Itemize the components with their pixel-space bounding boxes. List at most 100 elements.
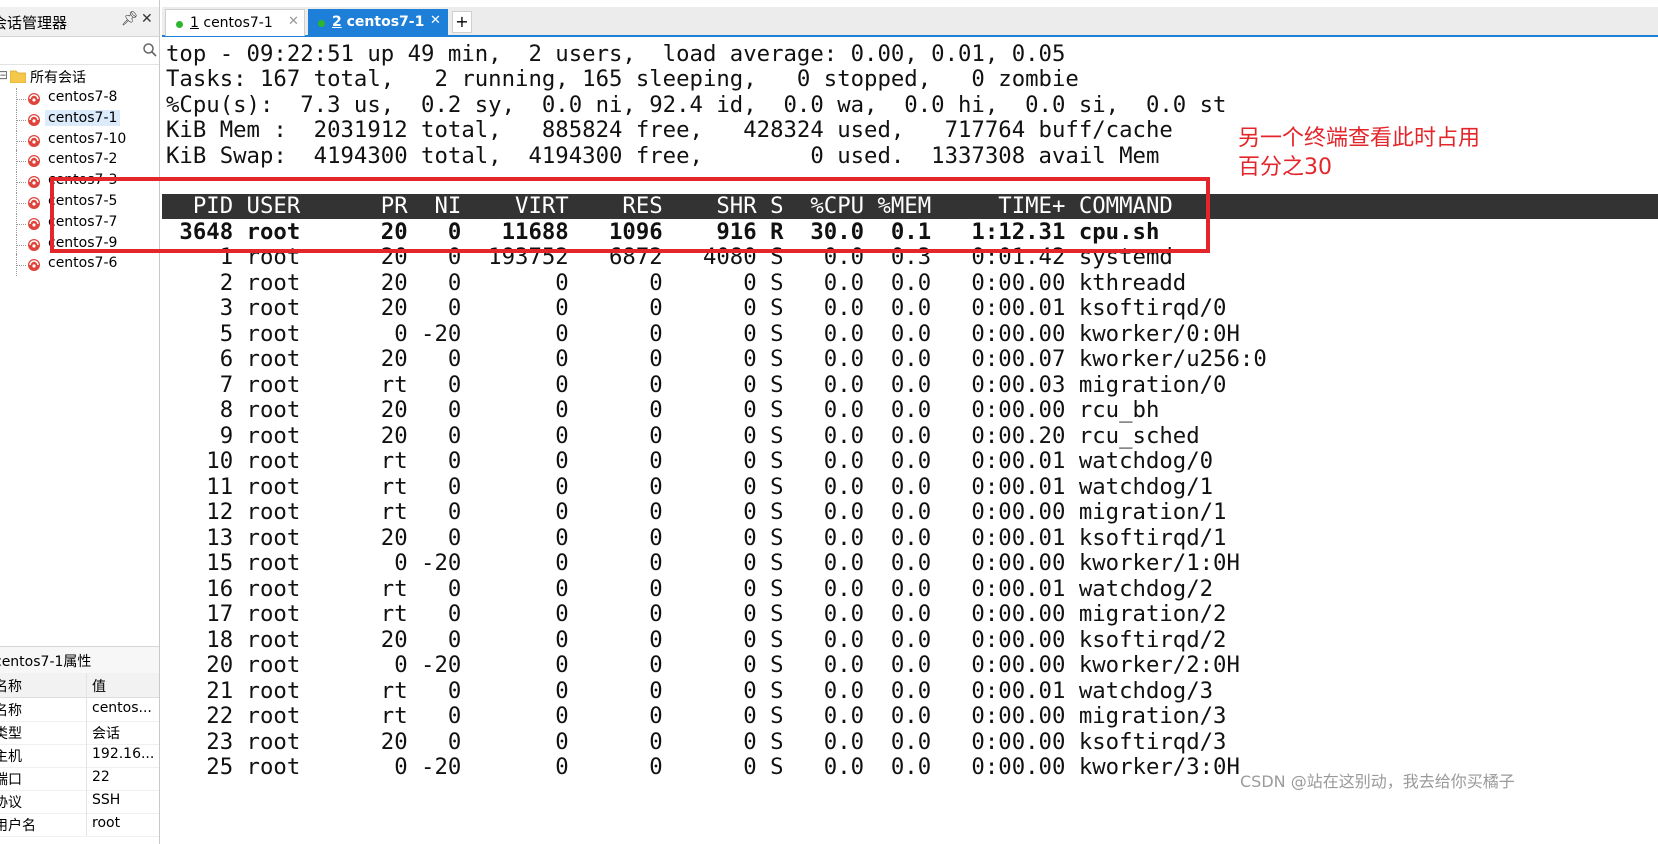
session-item[interactable]: centos7-1 — [0, 108, 159, 131]
watermark: CSDN @站在这别动，我去给你买橘子 — [1240, 768, 1515, 792]
tree-connector — [16, 233, 27, 256]
tree-connector — [16, 254, 27, 277]
pin-icon[interactable]: 📌︎ — [121, 11, 139, 27]
property-row[interactable]: 协议 SSH — [0, 789, 159, 814]
process-row: 16 root rt 0 0 0 0 S 0.0 0.0 0:00.01 wat… — [166, 575, 1214, 602]
tab-number: 2 — [332, 14, 342, 30]
property-row[interactable]: 用户名 root — [0, 812, 159, 837]
process-row: 25 root 0 -20 0 0 0 S 0.0 0.0 0:00.00 kw… — [166, 754, 1240, 780]
summary-line: Tasks: 167 total, 2 running, 165 sleepin… — [166, 66, 1079, 93]
process-row: 6 root 20 0 0 0 0 S 0.0 0.0 0:00.07 kwor… — [166, 346, 1267, 372]
tab-bar: 1 centos7-1 ✕ 2 centos7-1 ✕ + — [162, 7, 1658, 37]
process-row: 3 root 20 0 0 0 0 S 0.0 0.0 0:00.01 ksof… — [166, 295, 1227, 321]
connected-status-icon — [318, 20, 325, 27]
property-key: 端口 — [0, 772, 22, 788]
property-row[interactable]: 名称 centos... — [0, 697, 159, 722]
summary-line: KiB Mem : 2031912 total, 885824 free, 42… — [166, 117, 1173, 144]
tab-session-1[interactable]: 1 centos7-1 ✕ — [165, 9, 305, 36]
session-label: centos7-8 — [48, 89, 118, 105]
session-label: centos7-1 — [45, 109, 121, 126]
session-label: centos7-10 — [48, 130, 127, 147]
tree-connector — [16, 108, 27, 131]
process-row: 21 root rt 0 0 0 0 S 0.0 0.0 0:00.01 wat… — [166, 677, 1214, 704]
process-row: 11 root rt 0 0 0 0 S 0.0 0.0 0:00.01 wat… — [166, 473, 1214, 500]
property-key: 协议 — [0, 795, 22, 811]
property-value: 192.16... — [92, 746, 155, 762]
tab-label: centos7-1 — [198, 15, 273, 31]
tree-root-folder[interactable]: ⊟ 所有会话 — [0, 66, 159, 88]
session-manager-titlebar: 会话管理器 📌︎ ✕ — [0, 7, 159, 37]
property-value: 22 — [92, 769, 110, 785]
process-row: 18 root 20 0 0 0 0 S 0.0 0.0 0:00.00 kso… — [166, 626, 1227, 653]
properties-header: 名称 值 — [0, 673, 159, 698]
summary-line: KiB Swap: 4194300 total, 4194300 free, 0… — [166, 142, 1160, 169]
tab-label: centos7-1 — [341, 14, 425, 30]
process-row: 22 root rt 0 0 0 0 S 0.0 0.0 0:00.00 mig… — [166, 703, 1227, 729]
process-row: 2 root 20 0 0 0 0 S 0.0 0.0 0:00.00 kthr… — [166, 269, 1187, 296]
session-search-input[interactable] — [0, 38, 159, 65]
session-manager-panel: 会话管理器 📌︎ ✕ ⊟ 所有会话 centos7-8 centos7-1 cent… — [0, 0, 160, 844]
property-value: SSH — [92, 792, 121, 808]
session-item[interactable]: centos7-10 — [0, 129, 159, 152]
process-row: 23 root 20 0 0 0 0 S 0.0 0.0 0:00.00 kso… — [166, 728, 1227, 755]
highlight-box — [50, 177, 1210, 253]
session-icon — [28, 93, 40, 105]
process-row: 8 root 20 0 0 0 0 S 0.0 0.0 0:00.00 rcu_… — [166, 397, 1160, 423]
session-icon — [28, 217, 40, 230]
session-icon — [28, 113, 40, 126]
property-row[interactable]: 主机 192.16... — [0, 743, 159, 768]
folder-icon — [10, 70, 26, 83]
property-row[interactable]: 类型 会话 — [0, 720, 159, 745]
property-value: root — [92, 815, 121, 831]
property-key: 主机 — [0, 749, 22, 765]
tree-connector — [16, 212, 27, 235]
collapse-icon[interactable]: ⊟ — [0, 68, 8, 82]
session-icon — [28, 238, 40, 251]
session-icon — [28, 259, 40, 272]
summary-line: %Cpu(s): 7.3 us, 0.2 sy, 0.0 ni, 92.4 id… — [166, 91, 1227, 118]
tree-connector — [16, 192, 27, 214]
session-label: centos7-6 — [48, 255, 118, 272]
process-row: 15 root 0 -20 0 0 0 S 0.0 0.0 0:00.00 kw… — [166, 550, 1240, 576]
search-icon[interactable] — [142, 42, 158, 58]
property-row[interactable]: 端口 22 — [0, 766, 159, 791]
summary-line: top - 09:22:51 up 49 min, 2 users, load … — [166, 41, 1066, 67]
tab-close-icon[interactable]: ✕ — [430, 13, 441, 28]
tab-session-2[interactable]: 2 centos7-1 ✕ — [308, 9, 448, 36]
session-icon — [28, 176, 40, 189]
tree-connector — [16, 150, 27, 173]
close-icon[interactable]: ✕ — [141, 11, 153, 27]
tree-connector — [16, 129, 27, 152]
new-tab-button[interactable]: + — [452, 11, 472, 33]
process-row: 20 root 0 -20 0 0 0 S 0.0 0.0 0:00.00 kw… — [166, 652, 1240, 678]
property-key: 类型 — [0, 726, 22, 742]
session-item[interactable]: centos7-8 — [0, 88, 159, 110]
tree-root-label: 所有会话 — [30, 70, 86, 86]
properties-title-bar: centos7-1属性 — [0, 646, 159, 673]
session-manager-title: 会话管理器 — [0, 14, 68, 32]
annotation-text: 另一个终端查看此时占用 百分之30 — [1238, 126, 1481, 180]
session-icon — [28, 155, 40, 168]
tab-close-icon[interactable]: ✕ — [288, 14, 299, 29]
process-row: 17 root rt 0 0 0 0 S 0.0 0.0 0:00.00 mig… — [166, 601, 1227, 627]
property-value: centos... — [92, 700, 152, 716]
properties-value-header: 值 — [92, 679, 106, 695]
process-row: 7 root rt 0 0 0 0 S 0.0 0.0 0:00.03 migr… — [166, 371, 1227, 398]
session-label: centos7-2 — [48, 151, 118, 168]
session-icon — [28, 134, 40, 147]
tab-number: 1 — [190, 15, 199, 31]
properties-key-header: 名称 — [0, 679, 22, 695]
property-key: 用户名 — [0, 818, 36, 834]
process-row: 13 root 20 0 0 0 0 S 0.0 0.0 0:00.01 kso… — [166, 524, 1227, 551]
process-row: 10 root rt 0 0 0 0 S 0.0 0.0 0:00.01 wat… — [166, 448, 1214, 474]
tree-connector — [16, 88, 27, 110]
session-icon — [28, 197, 40, 209]
tree-connector — [16, 171, 27, 194]
connected-status-icon — [176, 21, 183, 28]
property-key: 名称 — [0, 703, 22, 719]
process-row: 9 root 20 0 0 0 0 S 0.0 0.0 0:00.20 rcu_… — [166, 422, 1200, 449]
property-value: 会话 — [92, 726, 120, 742]
session-item[interactable]: centos7-6 — [0, 254, 159, 277]
session-item[interactable]: centos7-2 — [0, 150, 159, 173]
properties-title: centos7-1属性 — [0, 654, 92, 670]
